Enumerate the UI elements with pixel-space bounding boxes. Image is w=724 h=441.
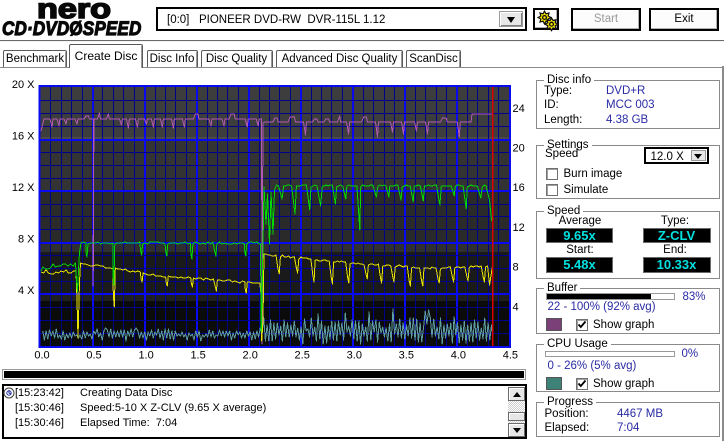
svg-text:2.5: 2.5 [295,350,310,362]
svg-text:16 X: 16 X [12,130,35,142]
svg-text:20: 20 [513,143,525,155]
svg-text:8: 8 [513,262,519,274]
svg-text:2.0: 2.0 [243,350,258,362]
svg-text:12 X: 12 X [12,182,35,194]
svg-text:4.5: 4.5 [503,350,518,362]
svg-text:0.0: 0.0 [34,350,49,362]
svg-text:8 X: 8 X [18,234,35,246]
svg-text:0.5: 0.5 [86,350,101,362]
svg-text:24: 24 [513,103,525,115]
svg-text:1.5: 1.5 [190,350,205,362]
svg-text:3.5: 3.5 [399,350,414,362]
svg-text:4 X: 4 X [18,285,35,297]
svg-text:16: 16 [513,182,525,194]
svg-text:3.0: 3.0 [347,350,362,362]
svg-text:12: 12 [513,222,525,234]
svg-text:4.0: 4.0 [451,350,466,362]
svg-text:4: 4 [513,301,519,313]
svg-text:20 X: 20 X [12,79,35,91]
svg-text:1.0: 1.0 [138,350,153,362]
